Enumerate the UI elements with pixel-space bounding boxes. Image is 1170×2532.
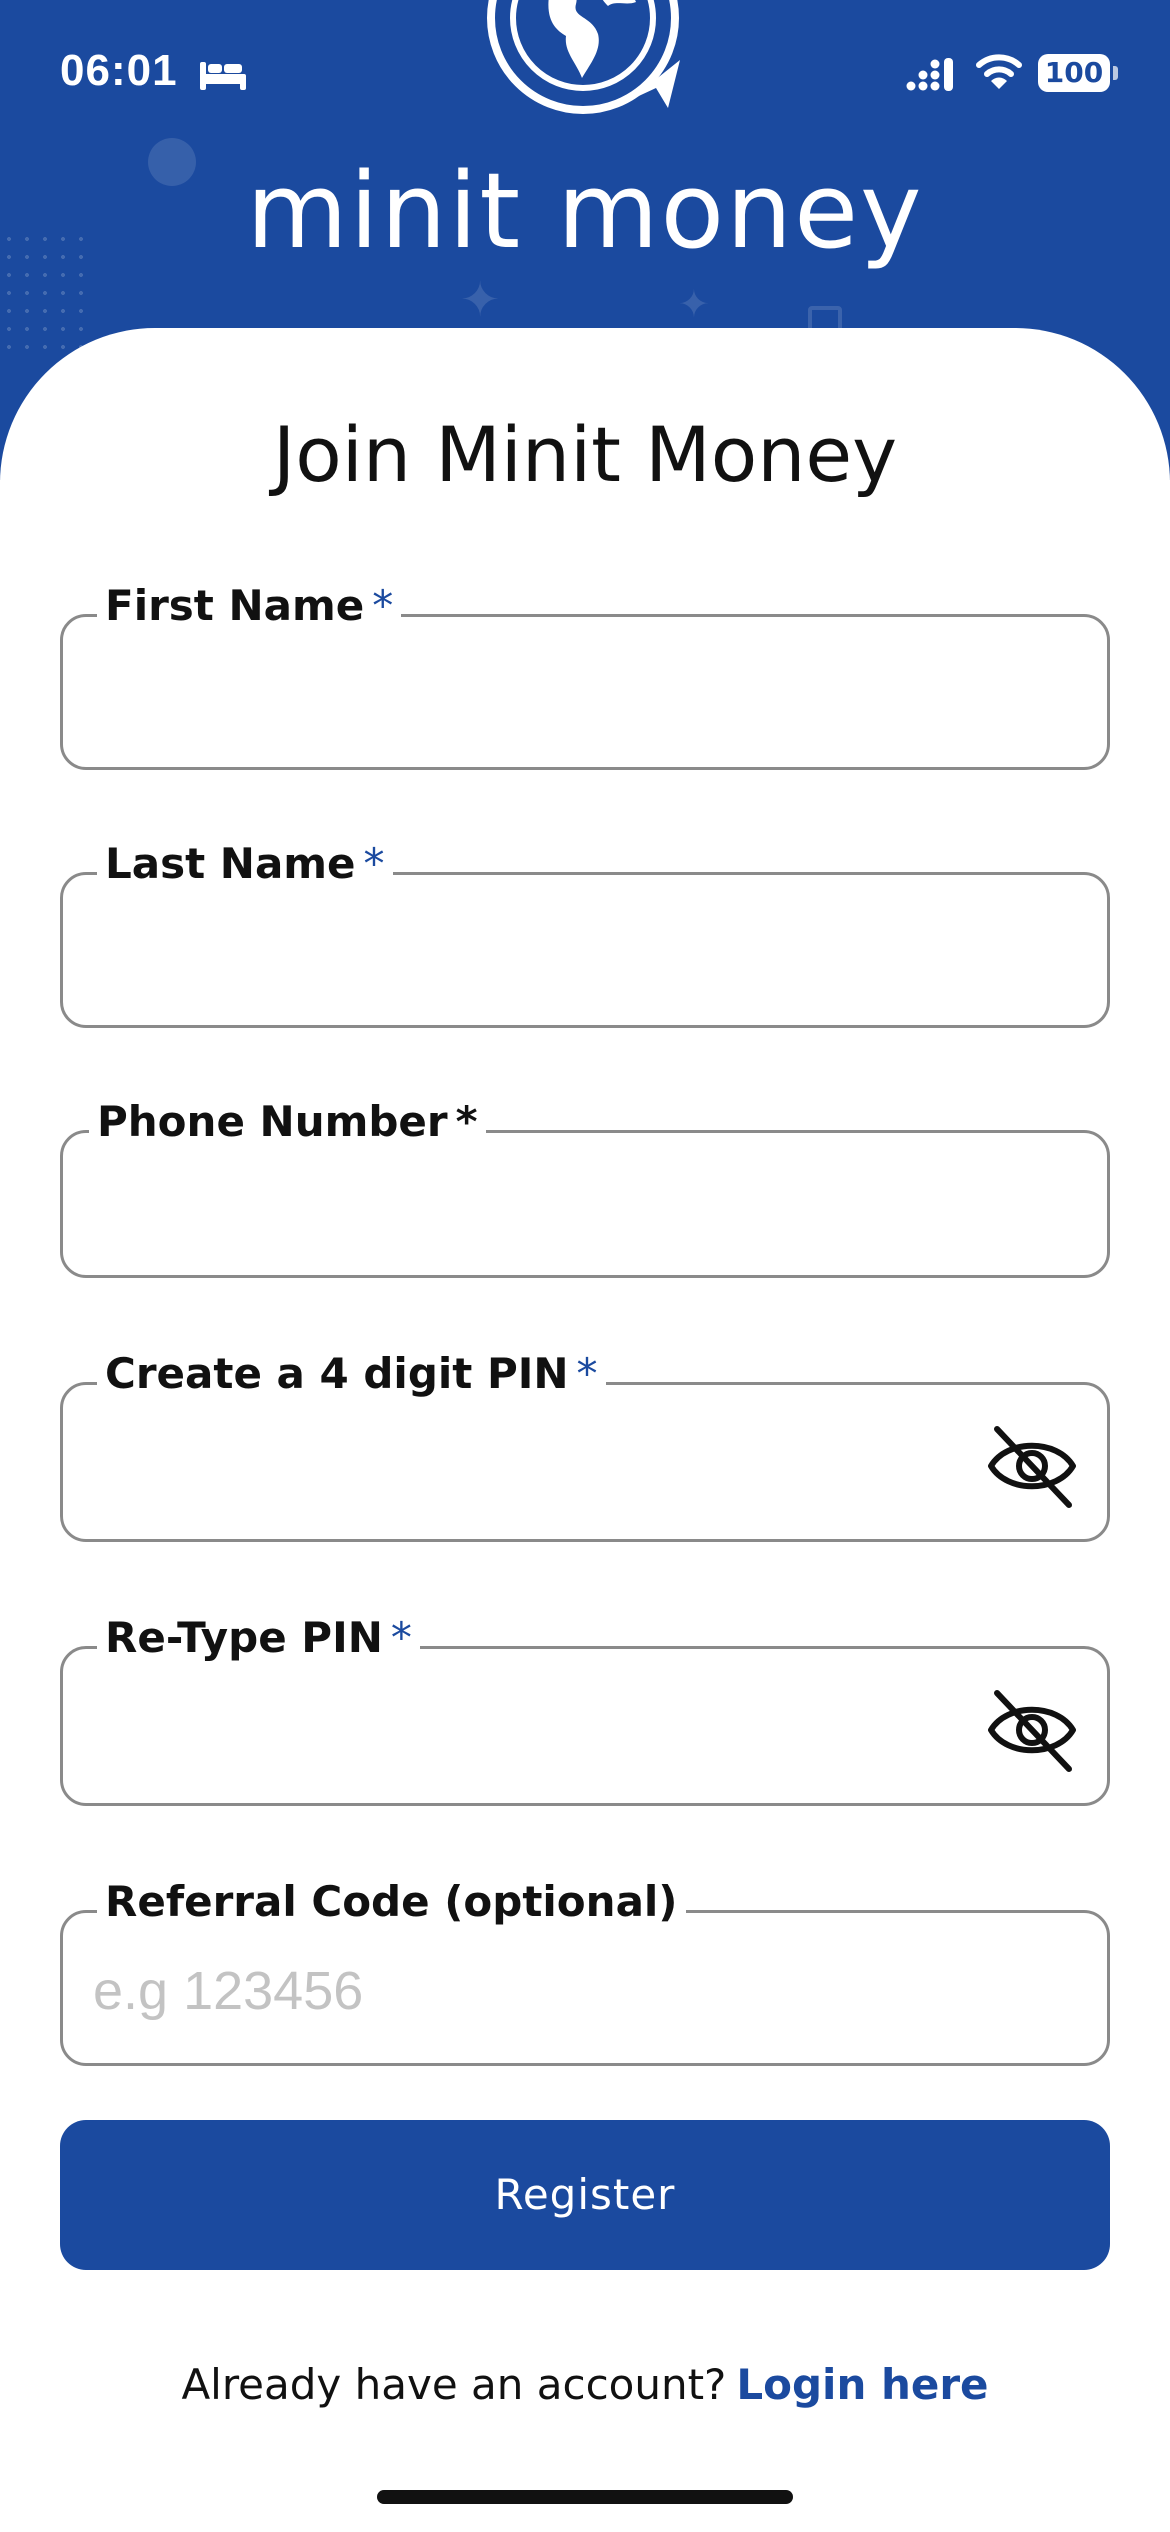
home-indicator[interactable] [377, 2490, 793, 2504]
last-name-label-text: Last Name [105, 839, 356, 888]
login-link[interactable]: Login here [736, 2360, 988, 2409]
retype-pin-input[interactable] [93, 1689, 993, 1765]
sparkle-icon: ✦ [460, 274, 501, 327]
phone-number-label-text: Phone Number [97, 1097, 448, 1146]
wifi-icon [976, 54, 1022, 89]
eye-off-icon[interactable] [985, 1683, 1079, 1777]
required-mark: * [455, 1097, 478, 1146]
page-title: Join Minit Money [272, 410, 898, 499]
retype-pin-label-text: Re-Type PIN [105, 1613, 383, 1662]
brand-name: minit money [246, 150, 924, 272]
register-screen: ✦ ✦ 06:01 100 minit money Join Minit Mon… [0, 0, 1170, 2532]
retype-pin-field[interactable]: Re-Type PIN * [60, 1613, 1110, 1806]
first-name-field[interactable]: First Name * [60, 581, 1110, 770]
phone-number-field[interactable]: Phone Number * [60, 1097, 1110, 1278]
phone-number-input[interactable] [93, 1173, 993, 1249]
register-button[interactable]: Register [60, 2120, 1110, 2270]
bed-icon [200, 62, 246, 90]
retype-pin-label: Re-Type PIN * [97, 1613, 420, 1662]
required-mark: * [372, 581, 394, 630]
last-name-field[interactable]: Last Name * [60, 839, 1110, 1028]
login-prompt-text: Already have an account? [181, 2360, 727, 2409]
globe-arrow-icon [487, 0, 680, 114]
battery-icon: 100 [1038, 54, 1118, 92]
phone-number-label: Phone Number * [89, 1097, 486, 1146]
first-name-label-text: First Name [105, 581, 365, 630]
last-name-label: Last Name * [97, 839, 393, 888]
login-prompt: Already have an account? Login here [0, 2360, 1170, 2409]
signal-icon [906, 58, 953, 91]
eye-off-icon[interactable] [985, 1419, 1079, 1513]
first-name-input[interactable] [93, 657, 993, 733]
first-name-label: First Name * [97, 581, 402, 630]
referral-code-label: Referral Code (optional) [97, 1877, 686, 1926]
pin-field[interactable]: Create a 4 digit PIN * [60, 1349, 1110, 1542]
status-time: 06:01 [60, 46, 178, 95]
last-name-input[interactable] [93, 915, 993, 991]
pin-label: Create a 4 digit PIN * [97, 1349, 606, 1398]
required-mark: * [576, 1349, 598, 1398]
sparkle-icon: ✦ [678, 284, 710, 326]
required-mark: * [363, 839, 385, 888]
pin-input[interactable] [93, 1425, 993, 1501]
referral-code-input[interactable] [93, 1953, 993, 2029]
pin-label-text: Create a 4 digit PIN [105, 1349, 569, 1398]
required-mark: * [390, 1613, 412, 1662]
referral-code-field[interactable]: Referral Code (optional) [60, 1877, 1110, 2066]
